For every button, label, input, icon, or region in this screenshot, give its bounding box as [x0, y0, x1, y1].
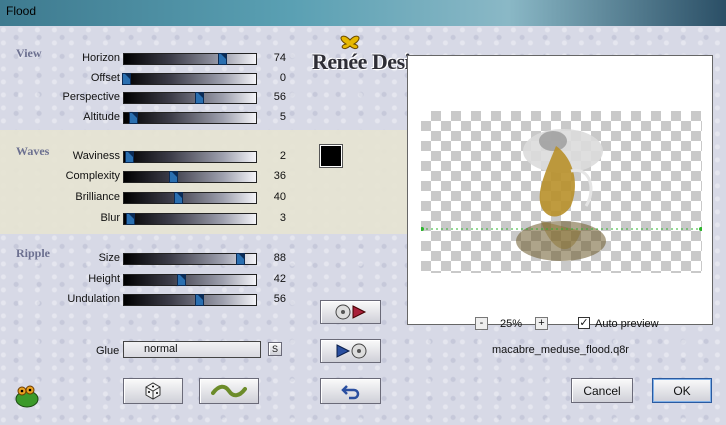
view-horizon-slider[interactable]: [123, 53, 257, 65]
slider-thumb[interactable]: [168, 171, 178, 183]
ripple-undulation-label: Undulation: [67, 293, 120, 305]
window-title: Flood: [6, 4, 37, 18]
glue-select[interactable]: normal: [123, 341, 261, 358]
waves-complexity-slider[interactable]: [123, 171, 257, 183]
slider-thumb[interactable]: [194, 294, 204, 306]
randomize-button[interactable]: [123, 378, 183, 404]
view-perspective-slider[interactable]: [123, 92, 257, 104]
slider-thumb[interactable]: [236, 253, 246, 265]
slider-thumb[interactable]: [125, 213, 135, 225]
ripple-size-label: Size: [98, 252, 120, 264]
ripple-size-slider[interactable]: [123, 253, 257, 265]
waves-waviness-value[interactable]: 2: [262, 150, 286, 162]
ripple-height-value[interactable]: 42: [262, 273, 286, 285]
view-altitude-slider[interactable]: [123, 112, 257, 124]
undo-arrow-icon: [340, 385, 359, 400]
frog-icon: [15, 385, 39, 408]
waves-brilliance-slider[interactable]: [123, 192, 257, 204]
ripple-height-label: Height: [88, 273, 120, 285]
ripple-height-slider[interactable]: [123, 274, 257, 286]
glue-s-button[interactable]: S: [268, 342, 282, 356]
glue-label: Glue: [96, 345, 120, 357]
waves-brilliance-label: Brilliance: [75, 191, 120, 203]
ok-button[interactable]: OK: [652, 378, 712, 403]
zoom-out-button[interactable]: -: [475, 317, 488, 330]
waves-waviness-slider[interactable]: [123, 151, 257, 163]
zoom-level: 25%: [500, 318, 523, 330]
slider-thumb[interactable]: [122, 73, 131, 85]
dialog-client: Renée Design View Waves Ripple Horizon 74…: [0, 26, 726, 425]
slider-thumb[interactable]: [174, 192, 183, 204]
waves-blur-slider[interactable]: [123, 213, 257, 225]
view-offset-slider[interactable]: [122, 73, 257, 85]
view-perspective-value[interactable]: 56: [262, 91, 286, 103]
waves-blur-value[interactable]: 3: [262, 212, 286, 224]
waves-waviness-label: Waviness: [72, 150, 120, 162]
slider-thumb[interactable]: [194, 92, 204, 104]
preview-panel: [407, 55, 713, 325]
wave-icon: [211, 384, 247, 398]
dice-icon: [145, 382, 161, 400]
waves-blur-label: Blur: [100, 212, 120, 224]
view-offset-value[interactable]: 0: [262, 72, 286, 84]
disc-arrow-right-icon: [335, 304, 366, 320]
view-perspective-label: Perspective: [62, 91, 120, 103]
ripple-undulation-value[interactable]: 56: [262, 293, 286, 305]
slider-thumb[interactable]: [218, 53, 228, 65]
view-horizon-label: Horizon: [82, 52, 120, 64]
waves-brilliance-value[interactable]: 40: [262, 191, 286, 203]
view-offset-label: Offset: [90, 72, 120, 84]
save-preset-button[interactable]: [320, 339, 381, 363]
reset-wave-button[interactable]: [199, 378, 259, 404]
view-altitude-label: Altitude: [83, 111, 120, 123]
waves-complexity-value[interactable]: 36: [262, 170, 286, 182]
waves-complexity-label: Complexity: [65, 170, 120, 182]
title-bar: Flood: [0, 0, 726, 26]
auto-preview-checkbox[interactable]: ✓: [578, 317, 590, 329]
zoom-in-button[interactable]: +: [535, 317, 548, 330]
cancel-button[interactable]: Cancel: [571, 378, 633, 403]
view-altitude-value[interactable]: 5: [262, 111, 286, 123]
preview-image: [421, 129, 702, 261]
app-icon: [14, 384, 40, 411]
wave-color-swatch[interactable]: [319, 144, 343, 168]
view-horizon-value[interactable]: 74: [262, 52, 286, 64]
undo-button[interactable]: [320, 378, 381, 404]
slider-thumb[interactable]: [124, 151, 134, 163]
ripple-size-value[interactable]: 88: [262, 252, 286, 264]
arrow-disc-icon: [336, 343, 366, 359]
load-preset-button[interactable]: [320, 300, 381, 324]
preview-checkerboard: [421, 111, 702, 273]
slider-thumb[interactable]: [128, 112, 138, 124]
auto-preview-label: Auto preview: [595, 318, 659, 330]
preset-filename: macabre_meduse_flood.q8r: [492, 344, 629, 356]
ripple-undulation-slider[interactable]: [123, 294, 257, 306]
slider-thumb[interactable]: [176, 274, 186, 286]
